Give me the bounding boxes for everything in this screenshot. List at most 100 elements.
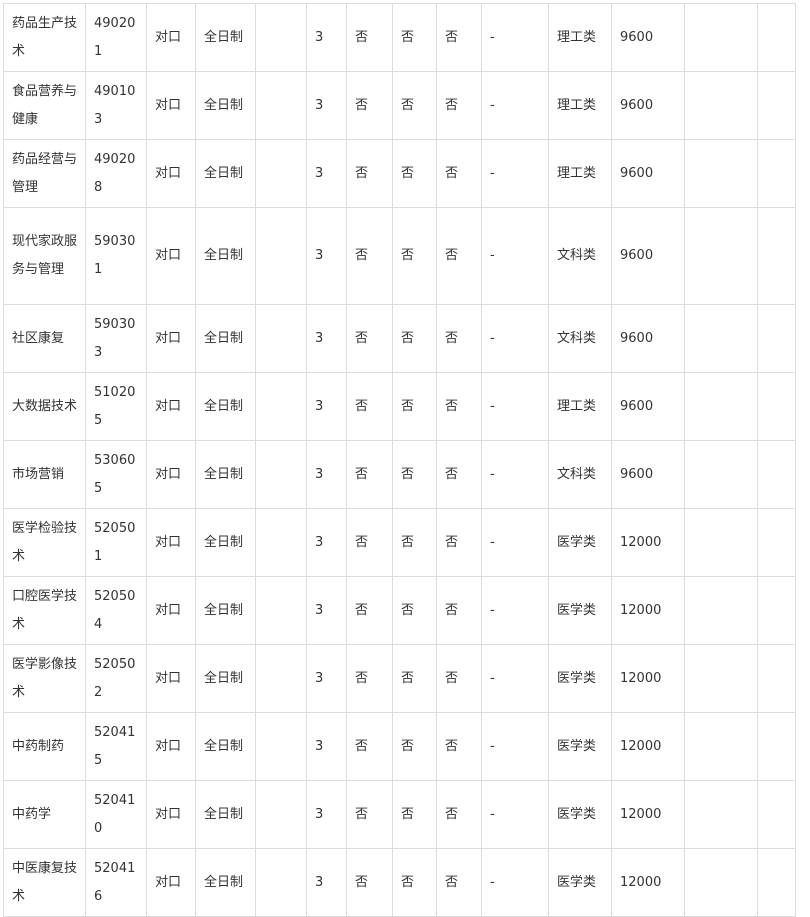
cell-enrollment-type: 对口	[146, 576, 196, 645]
cell-flag-3-text: 否	[445, 330, 459, 346]
cell-enrollment-type-text: 对口	[155, 29, 182, 45]
cell-enrollment-type-text: 对口	[155, 534, 182, 550]
cell-flag-2: 否	[392, 207, 437, 305]
cell-program-name: 市场营销	[3, 440, 86, 509]
cell-empty-1	[684, 3, 758, 72]
cell-program-name: 现代家政服务与管理	[3, 207, 86, 305]
cell-program-code: 490208	[85, 139, 147, 208]
cell-flag-1: 否	[346, 576, 393, 645]
cell-note: -	[481, 848, 549, 917]
cell-blank	[255, 372, 307, 441]
cell-note-text: -	[490, 398, 495, 414]
cell-program-name-text: 医学影像技术	[12, 656, 78, 700]
cell-tuition-text: 9600	[620, 165, 654, 181]
cell-tuition: 12000	[611, 508, 685, 577]
cell-empty-2	[757, 304, 796, 373]
cell-duration-text: 3	[315, 670, 324, 686]
cell-empty-2	[757, 372, 796, 441]
cell-flag-1: 否	[346, 780, 393, 849]
cell-program-code: 590303	[85, 304, 147, 373]
cell-program-code: 520502	[85, 644, 147, 713]
cell-study-mode: 全日制	[195, 780, 256, 849]
cell-flag-1-text: 否	[355, 602, 369, 618]
cell-flag-1-text: 否	[355, 738, 369, 754]
cell-flag-3: 否	[436, 780, 482, 849]
cell-flag-1-text: 否	[355, 534, 369, 550]
cell-program-code: 590301	[85, 207, 147, 305]
cell-empty-2	[757, 207, 796, 305]
cell-duration: 3	[306, 576, 347, 645]
cell-empty-2	[757, 139, 796, 208]
cell-flag-2: 否	[392, 780, 437, 849]
cell-program-name-text: 市场营销	[12, 466, 65, 482]
table-row: 中医康复技术 520416 对口 全日制 3 否 否 否 - 医学类 12000	[3, 848, 796, 917]
cell-flag-2-text: 否	[401, 806, 415, 822]
cell-flag-2: 否	[392, 848, 437, 917]
cell-program-name-text: 现代家政服务与管理	[12, 234, 78, 277]
cell-program-code: 510205	[85, 372, 147, 441]
cell-enrollment-type: 对口	[146, 71, 196, 140]
cell-tuition-text: 12000	[620, 738, 662, 754]
cell-tuition-text: 12000	[620, 602, 662, 618]
cell-program-code-text: 520501	[94, 520, 136, 564]
cell-program-code-text: 490201	[94, 15, 136, 59]
cell-category: 理工类	[548, 372, 612, 441]
cell-study-mode: 全日制	[195, 644, 256, 713]
cell-study-mode: 全日制	[195, 207, 256, 305]
cell-note-text: -	[490, 806, 495, 822]
cell-program-name: 中医康复技术	[3, 848, 86, 917]
cell-flag-3: 否	[436, 508, 482, 577]
cell-note-text: -	[490, 29, 495, 45]
cell-empty-1	[684, 848, 758, 917]
cell-blank	[255, 780, 307, 849]
cell-flag-2: 否	[392, 372, 437, 441]
cell-category-text: 文科类	[557, 466, 597, 482]
cell-duration: 3	[306, 644, 347, 713]
cell-program-code: 530605	[85, 440, 147, 509]
cell-tuition-text: 12000	[620, 534, 662, 550]
cell-flag-1-text: 否	[355, 874, 369, 890]
cell-flag-3-text: 否	[445, 806, 459, 822]
cell-flag-3: 否	[436, 71, 482, 140]
table-row: 大数据技术 510205 对口 全日制 3 否 否 否 - 理工类 9600	[3, 372, 796, 441]
cell-duration: 3	[306, 440, 347, 509]
cell-study-mode-text: 全日制	[204, 248, 244, 263]
table-row: 中药制药 520415 对口 全日制 3 否 否 否 - 医学类 12000	[3, 712, 796, 781]
cell-program-name-text: 中药学	[12, 806, 52, 822]
cell-flag-2: 否	[392, 440, 437, 509]
cell-flag-1: 否	[346, 848, 393, 917]
cell-duration: 3	[306, 712, 347, 781]
cell-tuition-text: 9600	[620, 330, 654, 346]
cell-flag-1: 否	[346, 3, 393, 72]
cell-empty-2	[757, 71, 796, 140]
table-row: 中药学 520410 对口 全日制 3 否 否 否 - 医学类 12000	[3, 780, 796, 849]
cell-category: 理工类	[548, 71, 612, 140]
cell-note: -	[481, 508, 549, 577]
cell-program-code-text: 520502	[94, 656, 136, 700]
cell-study-mode-text: 全日制	[204, 874, 244, 890]
cell-category: 医学类	[548, 848, 612, 917]
cell-program-code-text: 490103	[94, 83, 136, 127]
cell-program-name: 食品营养与健康	[3, 71, 86, 140]
cell-program-name-text: 医学检验技术	[12, 520, 78, 564]
cell-program-name-text: 大数据技术	[12, 398, 78, 414]
cell-study-mode-text: 全日制	[204, 670, 244, 686]
cell-empty-2	[757, 3, 796, 72]
cell-enrollment-type: 对口	[146, 508, 196, 577]
cell-blank	[255, 508, 307, 577]
cell-study-mode: 全日制	[195, 372, 256, 441]
cell-flag-3: 否	[436, 207, 482, 305]
cell-category-text: 医学类	[557, 738, 597, 754]
cell-flag-3-text: 否	[445, 398, 459, 414]
cell-study-mode: 全日制	[195, 848, 256, 917]
cell-tuition: 9600	[611, 440, 685, 509]
cell-flag-3-text: 否	[445, 670, 459, 686]
cell-category: 医学类	[548, 712, 612, 781]
cell-flag-1-text: 否	[355, 29, 369, 45]
cell-study-mode: 全日制	[195, 576, 256, 645]
cell-category-text: 医学类	[557, 534, 597, 550]
cell-category: 理工类	[548, 3, 612, 72]
cell-program-code-text: 590303	[94, 316, 136, 360]
cell-enrollment-type-text: 对口	[155, 97, 182, 113]
cell-program-code-text: 520416	[94, 860, 136, 904]
